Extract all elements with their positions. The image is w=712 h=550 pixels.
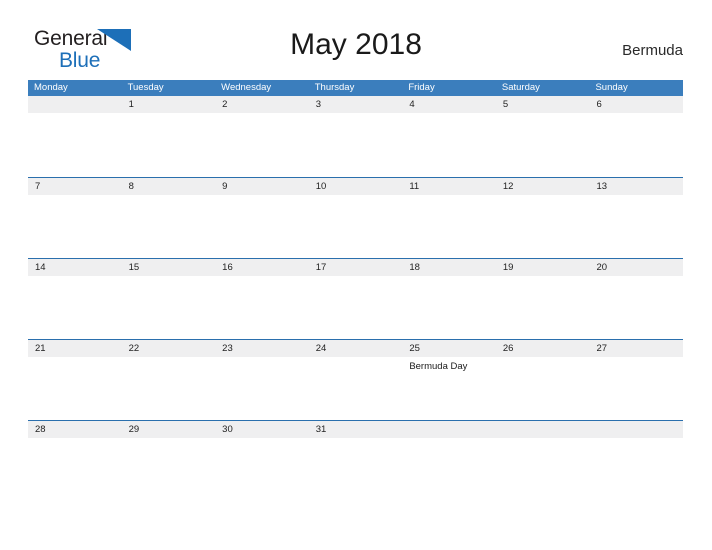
- weekday-header-wednesday: Wednesday: [221, 82, 272, 93]
- day-cell-10[interactable]: 10: [309, 178, 403, 195]
- day-cell-4[interactable]: 4: [402, 96, 496, 113]
- event-slot-empty: [496, 276, 590, 296]
- day-number-band: 7 8 9 10 11 12 13: [28, 178, 683, 195]
- day-number-band: 28 29 30 31: [28, 421, 683, 438]
- day-cell-empty: [28, 96, 122, 113]
- day-cell-9[interactable]: 9: [215, 178, 309, 195]
- event-slot-empty: [28, 357, 122, 377]
- day-cell-18[interactable]: 18: [402, 259, 496, 276]
- day-number-band: 21 22 23 24 25 26 27: [28, 340, 683, 357]
- day-cell-empty: [496, 421, 590, 438]
- day-cell-5[interactable]: 5: [496, 96, 590, 113]
- event-slot-empty: [496, 113, 590, 133]
- day-event-band: [28, 195, 683, 215]
- weekday-header-tuesday: Tuesday: [127, 82, 164, 93]
- day-cell-28[interactable]: 28: [28, 421, 122, 438]
- weekday-header-monday: Monday: [34, 82, 68, 93]
- event-slot-empty: [28, 113, 122, 133]
- weekday-header-saturday: Saturday: [501, 82, 540, 93]
- calendar-week-row: 123456: [28, 96, 683, 177]
- day-cell-6[interactable]: 6: [589, 96, 683, 113]
- day-cell-8[interactable]: 8: [122, 178, 216, 195]
- day-event-band: Bermuda Day: [28, 357, 683, 377]
- calendar-weeks: 1 2 3 4 5 6 7 8 9 10 11 12 13 14 15 16 17 18 19 20 21 22 23 24 2…: [28, 96, 683, 438]
- day-cell-12[interactable]: 12: [496, 178, 590, 195]
- event-slot-empty: [309, 357, 403, 377]
- day-number-band: 123456: [28, 96, 683, 113]
- event-slot-empty: [589, 276, 683, 296]
- event-slot-empty: [122, 113, 216, 133]
- day-cell-14[interactable]: 14: [28, 259, 122, 276]
- event-slot-empty: [215, 357, 309, 377]
- day-cell-17[interactable]: 17: [309, 259, 403, 276]
- event-slot-empty: [496, 357, 590, 377]
- day-cell-empty: [589, 421, 683, 438]
- weekday-header-thursday: Thursday: [314, 82, 355, 93]
- day-cell-19[interactable]: 19: [496, 259, 590, 276]
- event-slot-empty: [402, 113, 496, 133]
- event-slot-empty: [215, 113, 309, 133]
- day-cell-7[interactable]: 7: [28, 178, 122, 195]
- weekday-header-sunday: Sunday: [595, 82, 628, 93]
- day-cell-30[interactable]: 30: [215, 421, 309, 438]
- page-header: General Blue May 2018 Bermuda: [0, 0, 712, 71]
- calendar-week-row: 7 8 9 10 11 12 13: [28, 177, 683, 258]
- event-label[interactable]: Bermuda Day: [402, 357, 496, 377]
- calendar-week-row: 28 29 30 31: [28, 420, 683, 438]
- day-cell-20[interactable]: 20: [589, 259, 683, 276]
- day-cell-29[interactable]: 29: [122, 421, 216, 438]
- event-slot-empty: [215, 276, 309, 296]
- event-slot-empty: [309, 195, 403, 215]
- event-slot-empty: [589, 113, 683, 133]
- page-title: May 2018: [290, 28, 422, 61]
- day-cell-21[interactable]: 21: [28, 340, 122, 357]
- event-slot-empty: [496, 195, 590, 215]
- calendar-week-row: 21 22 23 24 25 26 27 Bermuda Day: [28, 339, 683, 420]
- day-cell-26[interactable]: 26: [496, 340, 590, 357]
- day-cell-27[interactable]: 27: [589, 340, 683, 357]
- day-cell-24[interactable]: 24: [309, 340, 403, 357]
- day-cell-3[interactable]: 3: [309, 96, 403, 113]
- day-event-band: [28, 113, 683, 133]
- day-cell-23[interactable]: 23: [215, 340, 309, 357]
- calendar-week-row: 14 15 16 17 18 19 20: [28, 258, 683, 339]
- day-cell-2[interactable]: 2: [215, 96, 309, 113]
- event-slot-empty: [402, 276, 496, 296]
- weekday-header-friday: Friday: [408, 82, 435, 93]
- event-slot-empty: [215, 195, 309, 215]
- day-event-band: [28, 276, 683, 296]
- day-cell-22[interactable]: 22: [122, 340, 216, 357]
- event-slot-empty: [122, 357, 216, 377]
- event-slot-empty: [122, 195, 216, 215]
- day-cell-11[interactable]: 11: [402, 178, 496, 195]
- event-slot-empty: [122, 276, 216, 296]
- day-cell-empty: [402, 421, 496, 438]
- day-cell-31[interactable]: 31: [309, 421, 403, 438]
- region-label: Bermuda: [622, 42, 683, 59]
- day-cell-13[interactable]: 13: [589, 178, 683, 195]
- event-slot-empty: [589, 195, 683, 215]
- calendar-grid: Monday Tuesday Wednesday Thursday Friday Satu…: [28, 80, 683, 438]
- day-cell-1[interactable]: 1: [122, 96, 216, 113]
- event-slot-empty: [28, 276, 122, 296]
- event-slot-empty: [309, 113, 403, 133]
- event-slot-empty: [589, 357, 683, 377]
- event-slot-empty: [309, 276, 403, 296]
- day-cell-25[interactable]: 25: [402, 340, 496, 357]
- event-slot-empty: [28, 195, 122, 215]
- day-cell-15[interactable]: 15: [122, 259, 216, 276]
- day-cell-16[interactable]: 16: [215, 259, 309, 276]
- event-slot-empty: [402, 195, 496, 215]
- day-number-band: 14 15 16 17 18 19 20: [28, 259, 683, 276]
- weekday-header-row: Monday Tuesday Wednesday Thursday Friday Satu…: [28, 80, 683, 96]
